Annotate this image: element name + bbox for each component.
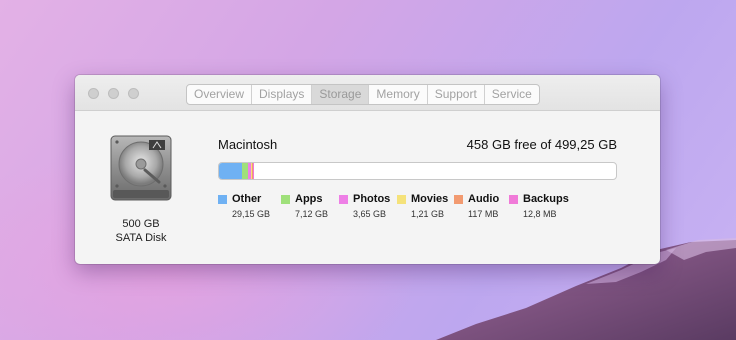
tab-overview[interactable]: Overview <box>187 85 253 104</box>
legend-label: Backups <box>523 193 569 205</box>
hard-disk-icon <box>110 135 172 201</box>
zoom-button[interactable] <box>128 88 139 99</box>
legend-swatch <box>454 195 463 204</box>
desktop-background: Overview Displays Storage Memory Support… <box>0 0 736 340</box>
legend-swatch <box>397 195 406 204</box>
tab-service[interactable]: Service <box>485 85 539 104</box>
legend-label: Audio <box>468 193 500 205</box>
legend-swatch <box>339 195 348 204</box>
legend-size: 29,15 GB <box>232 209 271 219</box>
legend-label: Other <box>232 193 262 205</box>
tab-support[interactable]: Support <box>428 85 485 104</box>
tab-memory[interactable]: Memory <box>369 85 428 104</box>
legend-size: 3,65 GB <box>353 209 387 219</box>
about-this-mac-window: Overview Displays Storage Memory Support… <box>75 75 660 264</box>
legend-size: 7,12 GB <box>295 209 329 219</box>
legend-label: Apps <box>295 193 323 205</box>
disk-caption: 500 GB SATA Disk <box>87 217 195 245</box>
legend-size: 12,8 MB <box>523 209 557 219</box>
tab-bar: Overview Displays Storage Memory Support… <box>186 84 540 105</box>
storage-usage-bar <box>218 162 617 180</box>
volume-free-space: 458 GB free of 499,25 GB <box>466 137 617 152</box>
tab-storage[interactable]: Storage <box>312 85 370 104</box>
volume-name: Macintosh <box>218 137 278 152</box>
legend-size: 117 MB <box>468 209 499 219</box>
legend-size: 1,21 GB <box>411 209 445 219</box>
legend-label: Photos <box>353 193 391 205</box>
legend-swatch <box>218 195 227 204</box>
legend-swatch <box>509 195 518 204</box>
tab-displays[interactable]: Displays <box>252 85 313 104</box>
title-bar: Overview Displays Storage Memory Support… <box>75 75 660 111</box>
usage-segment-other <box>219 163 243 179</box>
close-button[interactable] <box>88 88 99 99</box>
disk-type: SATA Disk <box>115 232 167 244</box>
disk-capacity: 500 GB <box>122 218 160 230</box>
minimize-button[interactable] <box>108 88 119 99</box>
usage-segment-backups <box>253 163 255 179</box>
legend-swatch <box>281 195 290 204</box>
legend-label: Movies <box>411 193 449 205</box>
